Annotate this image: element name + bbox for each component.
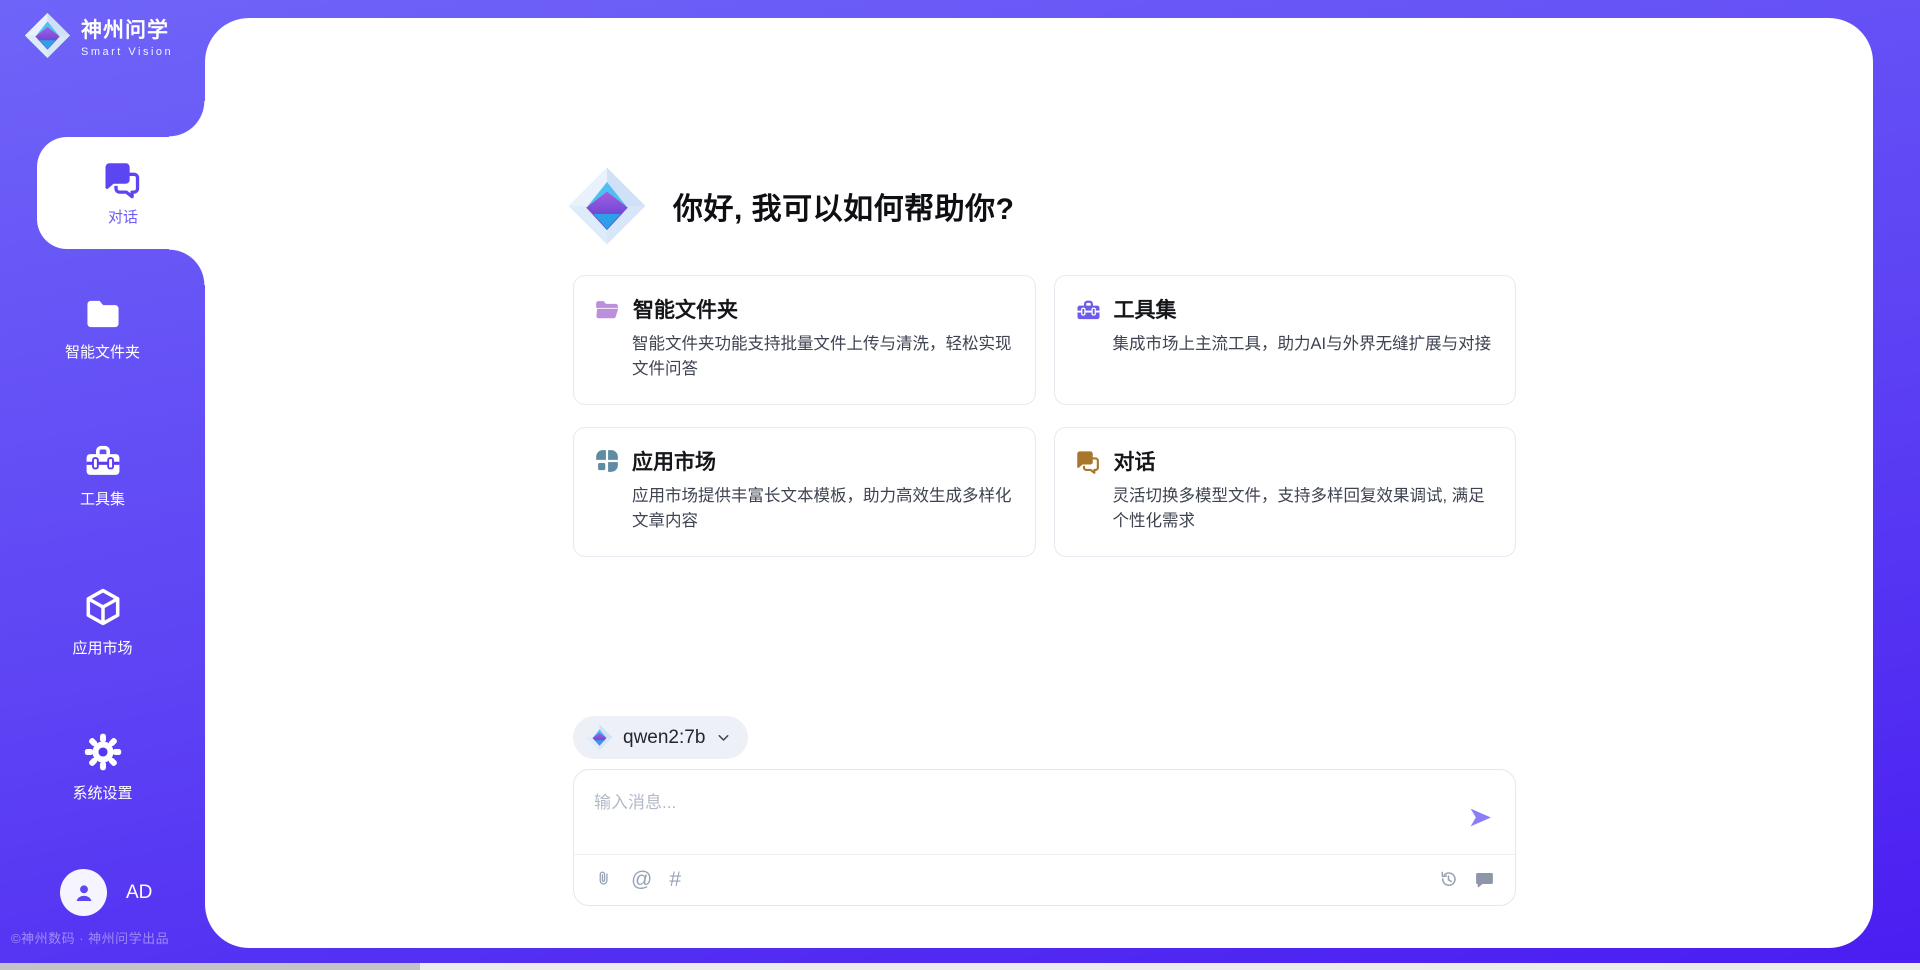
chat-bubble-icon [1474,869,1495,890]
hash-icon: # [669,869,681,890]
card-title: 工具集 [1114,294,1177,324]
composer: @ # [573,769,1516,906]
gear-icon [82,731,124,773]
greeting: 你好, 我可以如何帮助你? [567,162,1015,250]
active-tab-fillet-top [169,101,205,137]
briefcase-icon [1075,297,1102,322]
send-button[interactable] [1467,802,1497,832]
sidebar-item-label: 系统设置 [72,782,132,803]
model-selector[interactable]: qwen2:7b [573,716,748,759]
card-description: 灵活切换多模型文件，支持多样回复效果调试, 满足个性化需求 [1113,484,1496,534]
brand-subtitle: Smart Vision [81,46,173,58]
main-panel: 你好, 我可以如何帮助你? 智能文件夹 智能文件夹功能支持批量文件上传与清洗，轻… [205,18,1873,948]
card-title: 智能文件夹 [633,294,738,324]
sidebar-item-toolset[interactable]: 工具集 [0,441,205,509]
brand-name: 神州问学 [81,14,173,44]
message-input[interactable] [594,788,1434,846]
sidebar-item-label: 对话 [108,206,138,227]
chevron-down-icon [715,729,732,746]
sidebar-item-label: 智能文件夹 [65,341,140,362]
sidebar-footer: ©神州数码 · 神州问学出品 [11,928,169,947]
folder-open-icon [594,297,621,322]
sidebar-item-app-market[interactable]: 应用市场 [0,586,205,658]
active-tab-fillet-bottom [169,249,205,285]
feedback-button[interactable] [1474,869,1495,890]
folder-icon [83,296,123,332]
brand: 神州问学 Smart Vision [24,12,173,59]
model-logo-icon [586,724,613,751]
scrollbar-thumb[interactable] [0,963,420,970]
user-icon [71,880,97,906]
sidebar-item-smart-folders[interactable]: 智能文件夹 [0,296,205,362]
history-icon [1438,869,1459,890]
user-account[interactable]: AD [60,869,152,916]
greeting-logo-icon [567,162,647,250]
avatar [60,869,107,916]
at-icon: @ [631,869,652,890]
card-title: 对话 [1114,446,1156,476]
sidebar-item-label: 应用市场 [72,637,132,658]
cube-icon [82,586,124,628]
composer-toolbar: @ # [574,853,1515,905]
card-description: 集成市场上主流工具，助力AI与外界无缝扩展与对接 [1113,332,1496,357]
send-icon [1467,804,1494,831]
brand-logo-icon [24,12,71,59]
toolbox-icon [82,441,124,479]
card-toolset[interactable]: 工具集 集成市场上主流工具，助力AI与外界无缝扩展与对接 [1054,275,1517,405]
greeting-title: 你好, 我可以如何帮助你? [673,184,1015,228]
card-chat[interactable]: 对话 灵活切换多模型文件，支持多样回复效果调试, 满足个性化需求 [1054,427,1517,557]
attach-button[interactable] [594,867,614,891]
horizontal-scrollbar[interactable] [0,963,1920,970]
model-name: qwen2:7b [623,727,705,749]
card-description: 智能文件夹功能支持批量文件上传与清洗，轻松实现文件问答 [632,332,1015,382]
chat-icon [102,159,144,199]
history-button[interactable] [1438,869,1459,890]
sidebar-item-chat[interactable]: 对话 [37,137,209,249]
user-initials: AD [126,882,152,904]
grid-icon [594,448,620,474]
card-title: 应用市场 [632,446,716,476]
hashtag-button[interactable]: # [669,869,681,890]
mention-button[interactable]: @ [631,869,652,890]
sidebar-item-label: 工具集 [80,488,125,509]
chat-bubbles-icon [1075,449,1102,474]
card-description: 应用市场提供丰富长文本模板，助力高效生成多样化文章内容 [632,484,1015,534]
sidebar-item-settings[interactable]: 系统设置 [0,731,205,803]
card-app-market[interactable]: 应用市场 应用市场提供丰富长文本模板，助力高效生成多样化文章内容 [573,427,1036,557]
feature-cards: 智能文件夹 智能文件夹功能支持批量文件上传与清洗，轻松实现文件问答 工具集 集成… [573,275,1516,557]
paperclip-icon [594,867,614,891]
card-smart-folders[interactable]: 智能文件夹 智能文件夹功能支持批量文件上传与清洗，轻松实现文件问答 [573,275,1036,405]
